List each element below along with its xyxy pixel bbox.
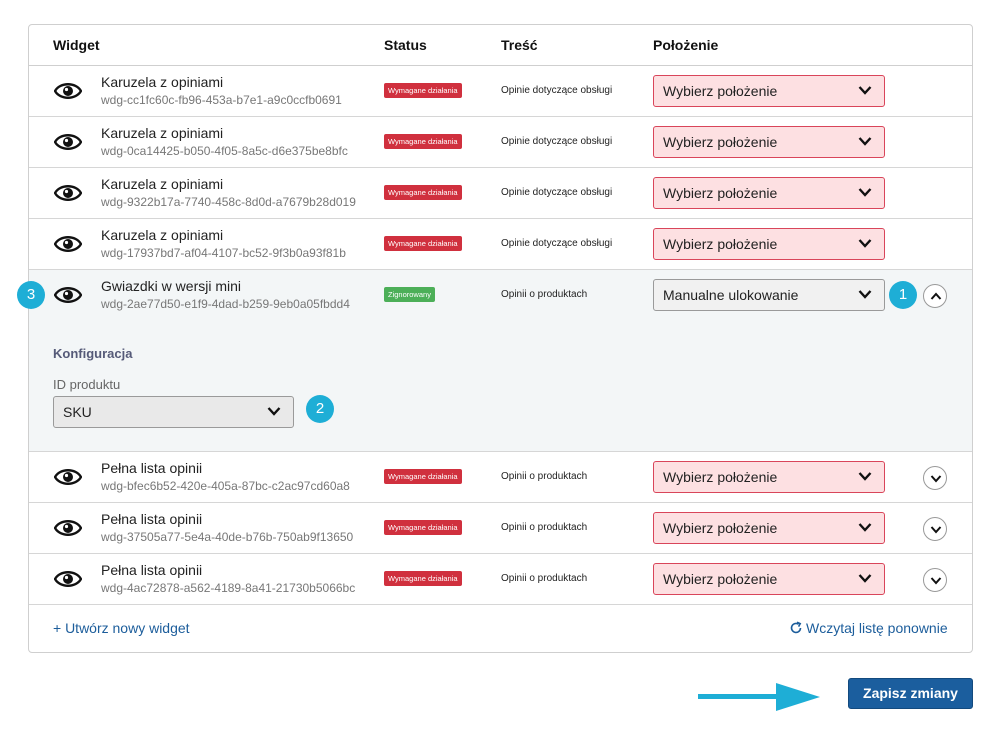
position-select[interactable]: Wybierz położenie	[653, 512, 885, 544]
table-row: Karuzela z opiniami wdg-9322b17a-7740-45…	[29, 168, 972, 219]
widget-id: wdg-2ae77d50-e1f9-4dad-b259-9eb0a05fbdd4	[101, 297, 350, 311]
chevron-down-icon	[858, 290, 872, 299]
widget-content: Opinie dotyczące obsługi	[501, 187, 613, 198]
eye-icon[interactable]	[54, 182, 82, 204]
product-id-select[interactable]: SKU	[53, 396, 294, 428]
widget-content: Opinii o produktach	[501, 289, 588, 300]
position-select-value: Wybierz położenie	[663, 520, 778, 536]
header-position: Położenie	[653, 37, 719, 53]
widget-name: Pełna lista opinii	[101, 511, 203, 527]
status-badge: Wymagane działania	[384, 571, 462, 586]
widget-content: Opinie dotyczące obsługi	[501, 136, 613, 147]
chevron-down-icon	[267, 407, 281, 416]
position-select-value: Wybierz położenie	[663, 469, 778, 485]
chevron-down-icon	[858, 574, 872, 583]
widget-name: Pełna lista opinii	[101, 460, 203, 476]
eye-icon[interactable]	[54, 284, 82, 306]
chevron-down-icon	[858, 523, 872, 532]
widget-id: wdg-4ac72878-a562-4189-8a41-21730b5066bc	[101, 581, 356, 595]
position-select-value: Manualne ulokowanie	[663, 287, 799, 303]
chevron-down-icon	[930, 526, 942, 534]
position-select[interactable]: Manualne ulokowanie	[653, 279, 885, 311]
position-select-value: Wybierz położenie	[663, 134, 778, 150]
chevron-down-icon	[858, 239, 872, 248]
widget-name: Karuzela z opiniami	[101, 74, 224, 90]
callout-3: 3	[17, 281, 45, 309]
position-select[interactable]: Wybierz położenie	[653, 563, 885, 595]
widget-content: Opinii o produktach	[501, 522, 588, 533]
widget-id: wdg-bfec6b52-420e-405a-87bc-c2ac97cd60a8	[101, 479, 350, 493]
status-badge: Zignorowany	[384, 287, 435, 302]
status-badge: Wymagane działania	[384, 236, 462, 251]
position-select[interactable]: Wybierz położenie	[653, 461, 885, 493]
expand-button[interactable]	[923, 517, 947, 541]
chevron-down-icon	[930, 475, 942, 483]
header-widget: Widget	[53, 37, 100, 53]
status-badge: Wymagane działania	[384, 520, 462, 535]
status-badge: Wymagane działania	[384, 83, 462, 98]
expand-button[interactable]	[923, 466, 947, 490]
chevron-down-icon	[858, 137, 872, 146]
position-select-value: Wybierz położenie	[663, 236, 778, 252]
table-row-expanded: Gwiazdki w wersji mini wdg-2ae77d50-e1f9…	[29, 270, 972, 452]
product-id-label: ID produktu	[53, 377, 121, 392]
table-row: Pełna lista opinii wdg-37505a77-5e4a-40d…	[29, 503, 972, 554]
eye-icon[interactable]	[54, 568, 82, 590]
widget-name: Gwiazdki w wersji mini	[101, 278, 242, 294]
table-row: Karuzela z opiniami wdg-cc1fc60c-fb96-45…	[29, 66, 972, 117]
table-row: Karuzela z opiniami wdg-17937bd7-af04-41…	[29, 219, 972, 270]
callout-2: 2	[306, 395, 334, 423]
eye-icon[interactable]	[54, 80, 82, 102]
chevron-down-icon	[858, 188, 872, 197]
position-select[interactable]: Wybierz położenie	[653, 177, 885, 209]
refresh-icon[interactable]	[789, 621, 803, 635]
arrow-right-icon	[698, 683, 820, 711]
status-badge: Wymagane działania	[384, 469, 462, 484]
widget-name: Karuzela z opiniami	[101, 125, 224, 141]
position-select[interactable]: Wybierz położenie	[653, 75, 885, 107]
widget-name: Karuzela z opiniami	[101, 227, 224, 243]
expand-button[interactable]	[923, 568, 947, 592]
widget-content: Opinie dotyczące obsługi	[501, 238, 613, 249]
reload-list-link[interactable]: Wczytaj listę ponownie	[806, 620, 948, 636]
callout-1: 1	[889, 281, 917, 309]
eye-icon[interactable]	[54, 517, 82, 539]
position-select[interactable]: Wybierz położenie	[653, 228, 885, 260]
widget-content: Opinii o produktach	[501, 471, 588, 482]
status-badge: Wymagane działania	[384, 134, 462, 149]
table-row: Pełna lista opinii wdg-bfec6b52-420e-405…	[29, 452, 972, 503]
position-select-value: Wybierz położenie	[663, 571, 778, 587]
eye-icon[interactable]	[54, 131, 82, 153]
widget-name: Karuzela z opiniami	[101, 176, 224, 192]
header-content: Treść	[501, 37, 538, 53]
header-status: Status	[384, 37, 427, 53]
status-badge: Wymagane działania	[384, 185, 462, 200]
eye-icon[interactable]	[54, 233, 82, 255]
table-header: Widget Status Treść Położenie	[29, 25, 972, 66]
position-select-value: Wybierz położenie	[663, 185, 778, 201]
widget-id: wdg-17937bd7-af04-4107-bc52-9f3b0a93f81b	[101, 246, 346, 260]
widgets-panel: Widget Status Treść Położenie Karuzela z…	[28, 24, 973, 653]
chevron-down-icon	[930, 577, 942, 585]
widget-content: Opinie dotyczące obsługi	[501, 85, 613, 96]
save-button[interactable]: Zapisz zmiany	[848, 678, 973, 709]
chevron-down-icon	[858, 472, 872, 481]
create-widget-link[interactable]: + Utwórz nowy widget	[53, 620, 190, 636]
widget-id: wdg-9322b17a-7740-458c-8d0d-a7679b28d019	[101, 195, 356, 209]
widget-id: wdg-cc1fc60c-fb96-453a-b7e1-a9c0ccfb0691	[101, 93, 342, 107]
widget-id: wdg-0ca14425-b050-4f05-8a5c-d6e375be8bfc	[101, 144, 348, 158]
widget-content: Opinii o produktach	[501, 573, 588, 584]
widget-id: wdg-37505a77-5e4a-40de-b76b-750ab9f13650	[101, 530, 354, 544]
collapse-button[interactable]	[923, 284, 947, 308]
position-select[interactable]: Wybierz położenie	[653, 126, 885, 158]
config-title: Konfiguracja	[53, 346, 133, 361]
table-row: Karuzela z opiniami wdg-0ca14425-b050-4f…	[29, 117, 972, 168]
widget-name: Pełna lista opinii	[101, 562, 203, 578]
chevron-down-icon	[858, 86, 872, 95]
eye-icon[interactable]	[54, 466, 82, 488]
table-row: Pełna lista opinii wdg-4ac72878-a562-418…	[29, 554, 972, 605]
product-id-value: SKU	[63, 404, 92, 420]
chevron-up-icon	[930, 292, 942, 300]
position-select-value: Wybierz położenie	[663, 83, 778, 99]
